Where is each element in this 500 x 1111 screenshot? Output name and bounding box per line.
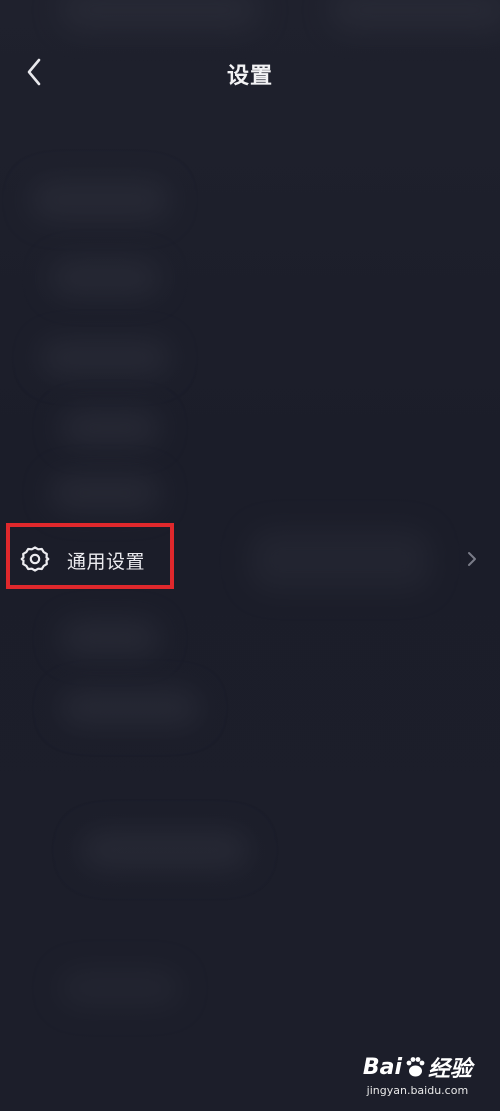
watermark-logo-text: Bai <box>362 1054 402 1080</box>
blurred-background <box>60 690 200 726</box>
blurred-background <box>50 475 160 511</box>
blurred-background <box>60 410 160 446</box>
top-bar: 设置 <box>0 40 500 106</box>
paw-icon <box>404 1056 426 1078</box>
settings-screen: 设置 通用设置 Bai 经验 jingyan.baidu.com <box>0 0 500 1111</box>
blurred-background <box>50 260 160 296</box>
chevron-right-icon <box>468 552 476 566</box>
general-settings-label: 通用设置 <box>67 551 146 573</box>
watermark-url: jingyan.baidu.com <box>366 1084 469 1097</box>
page-title: 设置 <box>226 64 273 89</box>
blurred-background <box>30 180 170 220</box>
blurred-background <box>60 970 180 1006</box>
baidu-jingyan-watermark: Bai 经验 jingyan.baidu.com <box>363 1051 472 1098</box>
blurred-background <box>80 830 250 870</box>
gear-icon <box>20 546 50 572</box>
general-settings-row[interactable]: 通用设置 <box>0 528 500 592</box>
blurred-background <box>40 340 170 376</box>
watermark-logo-text-cn: 经验 <box>427 1057 472 1082</box>
blurred-background <box>60 0 260 30</box>
watermark-logo: Bai 经验 <box>363 1051 472 1083</box>
blurred-background <box>330 0 500 30</box>
blurred-background <box>60 620 160 656</box>
